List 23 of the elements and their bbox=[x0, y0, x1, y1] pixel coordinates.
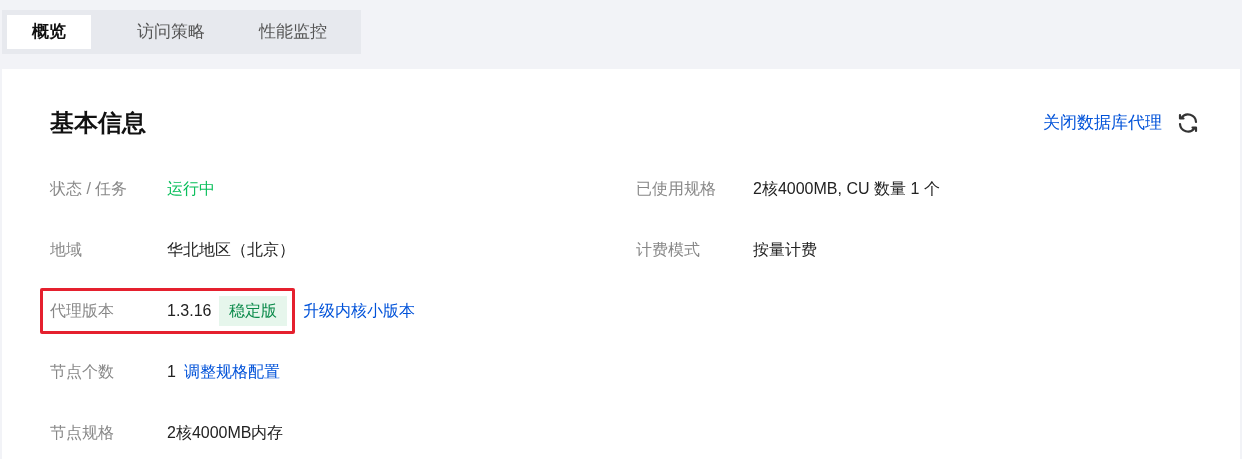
refresh-icon[interactable] bbox=[1176, 111, 1200, 135]
field-label: 地域 bbox=[50, 239, 83, 260]
field-value: 按量计费 bbox=[753, 239, 817, 260]
field-label: 计费模式 bbox=[636, 239, 701, 260]
field-label: 节点规格 bbox=[50, 422, 115, 443]
tab[interactable]: 访问策略 bbox=[129, 15, 213, 49]
field-label: 已使用规格 bbox=[636, 178, 717, 199]
tab[interactable]: 概览 bbox=[7, 15, 91, 49]
field-label: 状态 / 任务 bbox=[50, 178, 129, 199]
field-value: 1 bbox=[167, 361, 176, 382]
field-link[interactable]: 升级内核小版本 bbox=[303, 298, 416, 323]
status-text: 运行中 bbox=[167, 178, 215, 199]
field-value: 1.3.16 bbox=[167, 300, 212, 321]
field-value: 2核4000MB, CU 数量 1 个 bbox=[753, 178, 940, 199]
field-label: 代理版本 bbox=[50, 300, 115, 321]
field-value: 华北地区（北京） bbox=[167, 239, 295, 260]
field-label: 节点个数 bbox=[50, 361, 115, 382]
field-value: 2核4000MB内存 bbox=[167, 422, 284, 443]
tab[interactable]: 性能监控 bbox=[251, 15, 335, 49]
section-title: 基本信息 bbox=[50, 108, 146, 138]
version-tag: 稳定版 bbox=[219, 295, 288, 326]
field-link[interactable]: 调整规格配置 bbox=[183, 359, 280, 384]
close-proxy-link[interactable]: 关闭数据库代理 bbox=[1043, 110, 1162, 136]
